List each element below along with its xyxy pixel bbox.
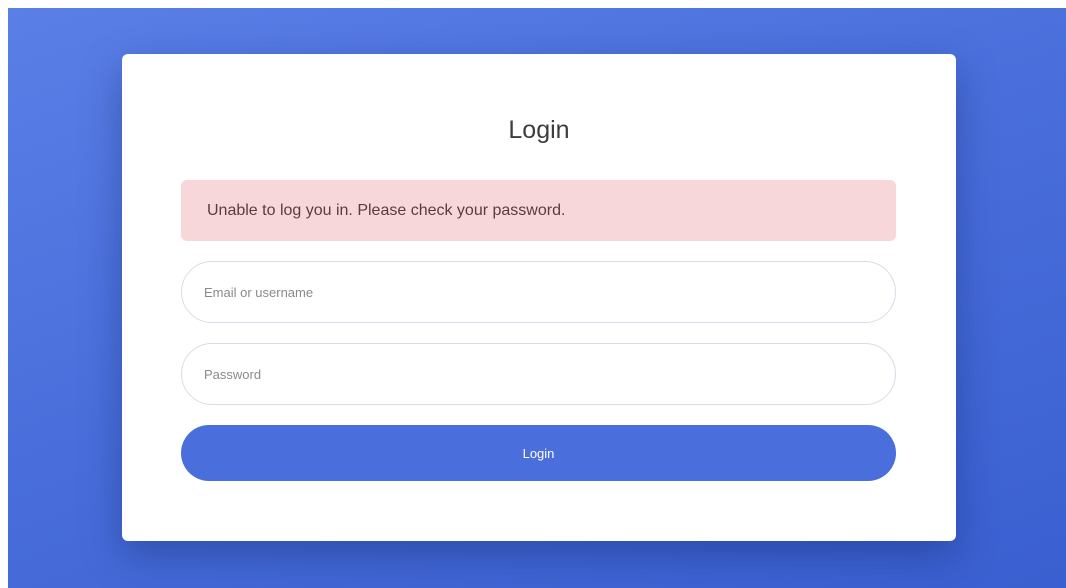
error-alert-text: Unable to log you in. Please check your … — [207, 201, 566, 219]
login-button[interactable]: Login — [181, 425, 896, 481]
login-title: Login — [508, 116, 570, 144]
password-input[interactable] — [181, 343, 896, 405]
login-card: Login Unable to log you in. Please check… — [122, 54, 956, 541]
email-username-input[interactable] — [181, 261, 896, 323]
error-alert: Unable to log you in. Please check your … — [181, 180, 896, 241]
page-background: Login Unable to log you in. Please check… — [8, 8, 1066, 588]
